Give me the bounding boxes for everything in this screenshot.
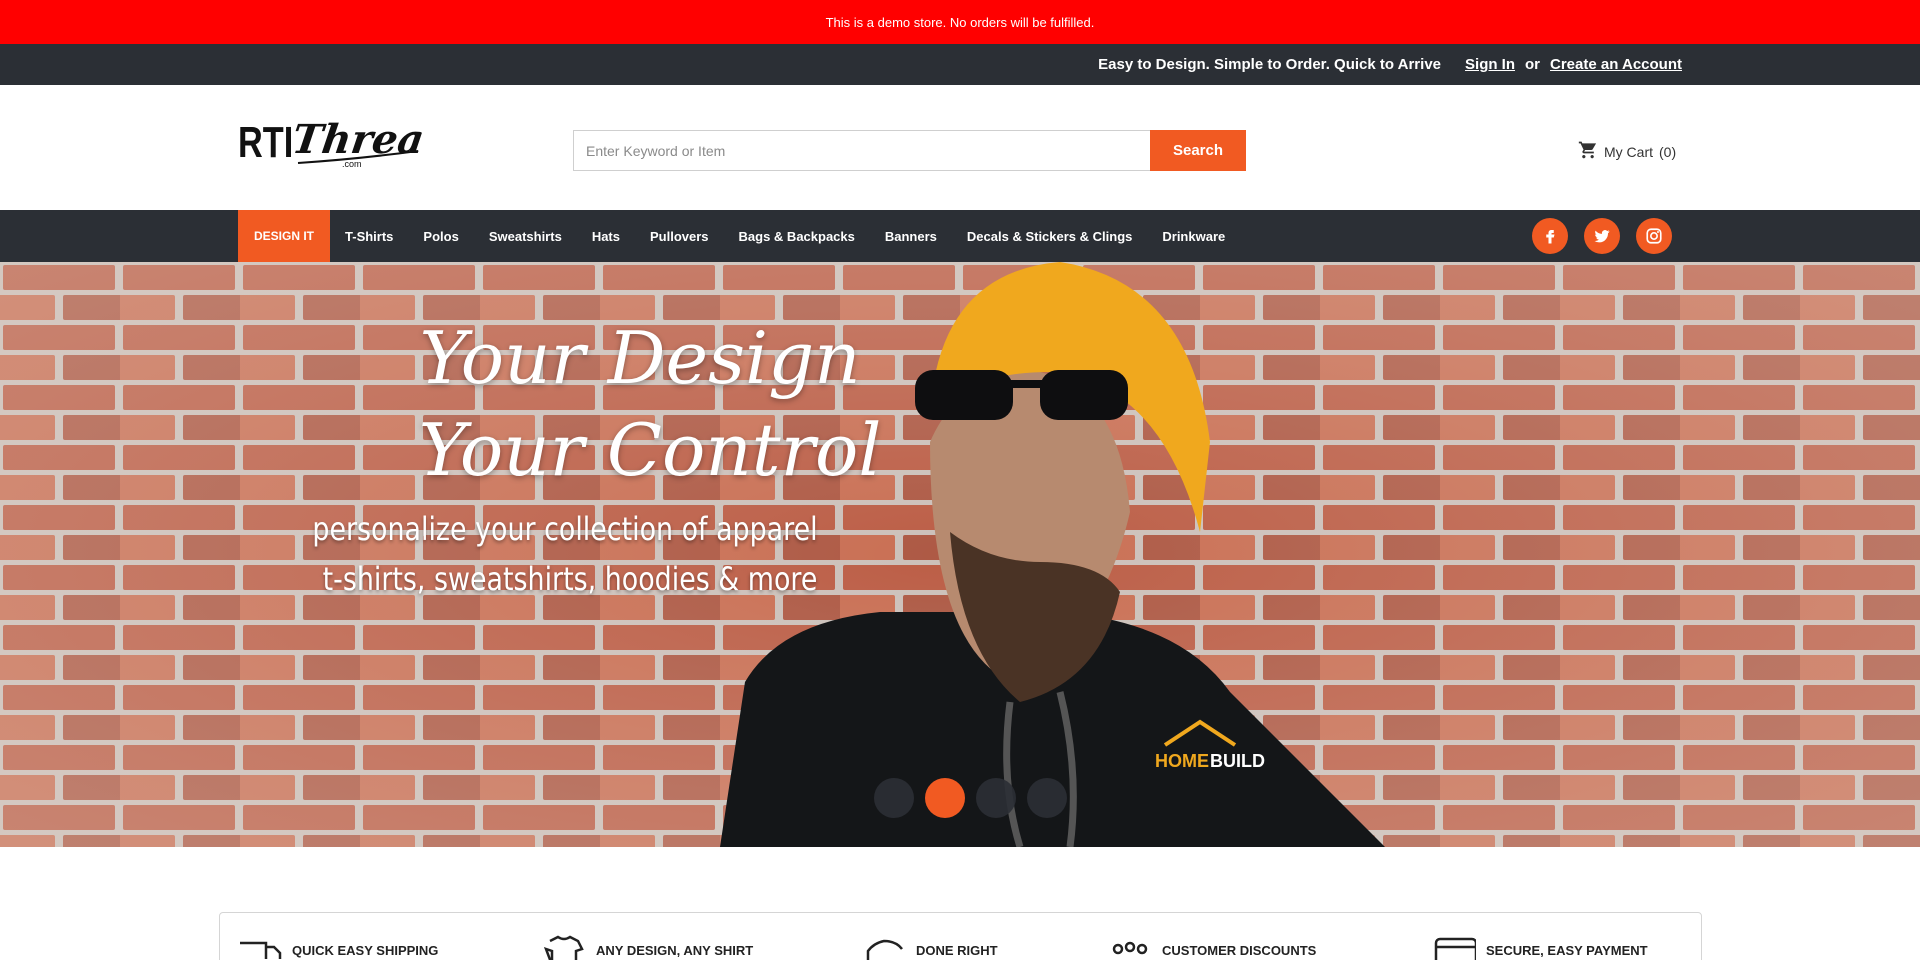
nav-banners[interactable]: Banners xyxy=(870,210,952,262)
svg-text:HOME: HOME xyxy=(1155,751,1209,771)
feature-payment: SECURE, EASY PAYMENT xyxy=(1432,935,1648,960)
credit-card-icon xyxy=(1434,937,1476,960)
site-logo[interactable]: RTI Threads .com xyxy=(238,115,478,173)
demo-notice-text: This is a demo store. No orders will be … xyxy=(825,14,1095,30)
tshirt-icon xyxy=(543,935,584,960)
features-strip: QUICK EASY SHIPPING ANY DESIGN, ANY SHIR… xyxy=(219,912,1702,960)
cart-count: (0) xyxy=(1659,143,1677,160)
feature-shipping-label: QUICK EASY SHIPPING xyxy=(292,942,439,958)
nav-t-shirts[interactable]: T-Shirts xyxy=(330,210,408,262)
feature-payment-label: SECURE, EASY PAYMENT xyxy=(1486,942,1648,958)
nav-pullovers[interactable]: Pullovers xyxy=(635,210,724,262)
nav-bags-backpacks[interactable]: Bags & Backpacks xyxy=(724,210,870,262)
create-account-link[interactable]: Create an Account xyxy=(1550,56,1682,73)
nav-polos[interactable]: Polos xyxy=(408,210,473,262)
tagline: Easy to Design. Simple to Order. Quick t… xyxy=(1098,56,1442,73)
carousel-dot-4[interactable] xyxy=(1027,778,1067,818)
nav-drinkware[interactable]: Drinkware xyxy=(1147,210,1240,262)
sign-in-link[interactable]: Sign In xyxy=(1465,56,1515,73)
top-bar: Easy to Design. Simple to Order. Quick t… xyxy=(0,44,1920,85)
feature-discounts-label: CUSTOMER DISCOUNTS xyxy=(1162,942,1317,958)
hero-subtitle-line1: personalize your collection of apparel xyxy=(312,510,818,548)
feature-shipping: QUICK EASY SHIPPING xyxy=(238,935,438,960)
shipping-truck-icon xyxy=(240,941,282,959)
hero-headline-line2: Your Control xyxy=(418,408,882,492)
feature-design: ANY DESIGN, ANY SHIRT xyxy=(542,935,753,960)
nav-hats[interactable]: Hats xyxy=(577,210,635,262)
svg-text:BUILD: BUILD xyxy=(1210,751,1265,771)
feature-done-right-label: DONE RIGHT xyxy=(916,942,998,958)
main-nav: DESIGN IT T-Shirts Polos Sweatshirts Hat… xyxy=(0,210,1920,262)
carousel-dots xyxy=(874,778,1067,818)
hero-headline-line1: Your Design xyxy=(419,316,861,400)
feature-design-label: ANY DESIGN, ANY SHIRT xyxy=(596,942,754,958)
nav-sweatshirts[interactable]: Sweatshirts xyxy=(474,210,577,262)
svg-text:Threads: Threads xyxy=(289,116,422,163)
carousel-dot-2[interactable] xyxy=(925,778,965,818)
cart-icon xyxy=(1578,140,1598,163)
svg-text:.com: .com xyxy=(342,159,362,169)
twitter-icon[interactable] xyxy=(1584,218,1620,254)
hero-subtitle-line2: t-shirts, sweatshirts, hoodies & more xyxy=(322,560,818,598)
cart-label: My Cart xyxy=(1604,143,1653,160)
nav-decals-stickers-clings[interactable]: Decals & Stickers & Clings xyxy=(952,210,1147,262)
group-icon xyxy=(1112,941,1148,955)
social-links xyxy=(1532,218,1672,254)
carousel-dot-1[interactable] xyxy=(874,778,914,818)
demo-notice-bar: This is a demo store. No orders will be … xyxy=(0,0,1920,44)
facebook-icon[interactable] xyxy=(1532,218,1568,254)
my-cart-link[interactable]: My Cart (0) xyxy=(1578,140,1676,163)
carousel-dot-3[interactable] xyxy=(976,778,1016,818)
rti-threads-logo-icon: RTI Threads .com xyxy=(238,116,478,169)
svg-text:RTI: RTI xyxy=(238,118,293,167)
or-text: or xyxy=(1525,56,1541,73)
feature-discounts: CUSTOMER DISCOUNTS xyxy=(1108,935,1316,960)
feature-done-right: DONE RIGHT xyxy=(862,935,998,960)
search-button[interactable]: Search xyxy=(1150,130,1246,171)
hero-text-block: Your Design Your Control personalize you… xyxy=(312,312,910,604)
instagram-icon[interactable] xyxy=(1636,218,1672,254)
hero-banner[interactable]: HOME BUILD Your Design Your Control pers… xyxy=(0,262,1920,847)
search-input[interactable] xyxy=(573,130,1150,171)
thumbs-up-icon xyxy=(866,939,903,960)
nav-design-it[interactable]: DESIGN IT xyxy=(238,210,331,262)
